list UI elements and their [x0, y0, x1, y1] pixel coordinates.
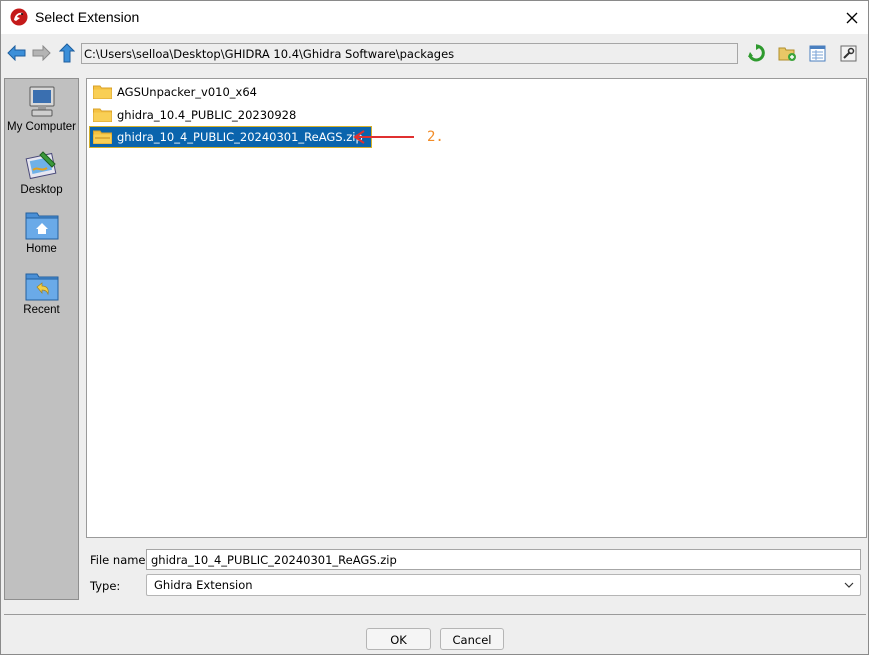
file-list[interactable]: AGSUnpacker_v010_x64 ghidra_10.4_PUBLIC_… — [86, 78, 867, 538]
folder-icon — [93, 85, 112, 99]
file-name-field[interactable]: ghidra_10_4_PUBLIC_20240301_ReAGS.zip — [146, 549, 861, 570]
title-bar: Select Extension — [1, 1, 868, 34]
ghidra-logo-icon — [10, 8, 28, 26]
refresh-icon[interactable] — [747, 44, 766, 63]
recent-icon — [25, 273, 58, 301]
type-select[interactable]: Ghidra Extension — [146, 574, 861, 596]
new-folder-icon[interactable] — [778, 45, 797, 62]
sidebar-item-label: Recent — [23, 304, 60, 316]
close-button[interactable] — [835, 1, 868, 34]
close-icon — [846, 12, 857, 23]
select-extension-dialog: Select Extension C:\Users\selloa\Desktop… — [0, 0, 869, 655]
properties-icon[interactable] — [840, 45, 857, 62]
forward-arrow-icon[interactable] — [32, 45, 51, 61]
list-item[interactable]: ghidra_10.4_PUBLIC_20230928 — [90, 105, 304, 125]
file-name: ghidra_10.4_PUBLIC_20230928 — [117, 108, 297, 122]
annotation-arrow-icon — [353, 130, 414, 144]
up-arrow-icon[interactable] — [59, 43, 75, 63]
toolbar: C:\Users\selloa\Desktop\GHIDRA 10.4\Ghid… — [2, 34, 868, 74]
ok-button[interactable]: OK — [366, 628, 431, 650]
list-item-selected[interactable]: ghidra_10_4_PUBLIC_20240301_ReAGS.zip — [89, 126, 372, 148]
sidebar-item-label: Home — [26, 243, 57, 255]
sidebar-item-desktop[interactable]: Desktop — [5, 148, 78, 196]
type-label: Type: — [90, 579, 121, 593]
details-view-icon[interactable] — [809, 45, 826, 62]
file-name-label: File name: — [90, 553, 150, 567]
sidebar-item-my-computer[interactable]: My Computer — [5, 85, 78, 133]
home-icon — [25, 212, 58, 240]
path-field[interactable]: C:\Users\selloa\Desktop\GHIDRA 10.4\Ghid… — [81, 43, 738, 64]
file-name: AGSUnpacker_v010_x64 — [117, 85, 257, 99]
annotation-label: 2. — [427, 129, 444, 145]
type-select-value: Ghidra Extension — [154, 578, 253, 592]
list-item[interactable]: AGSUnpacker_v010_x64 — [90, 82, 265, 102]
sidebar-item-recent[interactable]: Recent — [5, 270, 78, 316]
chevron-down-icon — [844, 582, 854, 588]
file-name: ghidra_10_4_PUBLIC_20240301_ReAGS.zip — [117, 130, 363, 144]
back-arrow-icon[interactable] — [7, 45, 26, 61]
shortcut-sidebar: My Computer Desktop Home Recent — [4, 78, 79, 600]
cancel-button[interactable]: Cancel — [440, 628, 504, 650]
sidebar-item-home[interactable]: Home — [5, 209, 78, 255]
zip-folder-icon — [93, 130, 112, 144]
window-title: Select Extension — [35, 9, 140, 25]
folder-icon — [93, 108, 112, 122]
sidebar-item-label: Desktop — [20, 184, 63, 196]
desktop-icon — [25, 151, 56, 180]
sidebar-item-label: My Computer — [6, 121, 77, 133]
divider — [4, 614, 866, 615]
computer-icon — [29, 86, 54, 117]
